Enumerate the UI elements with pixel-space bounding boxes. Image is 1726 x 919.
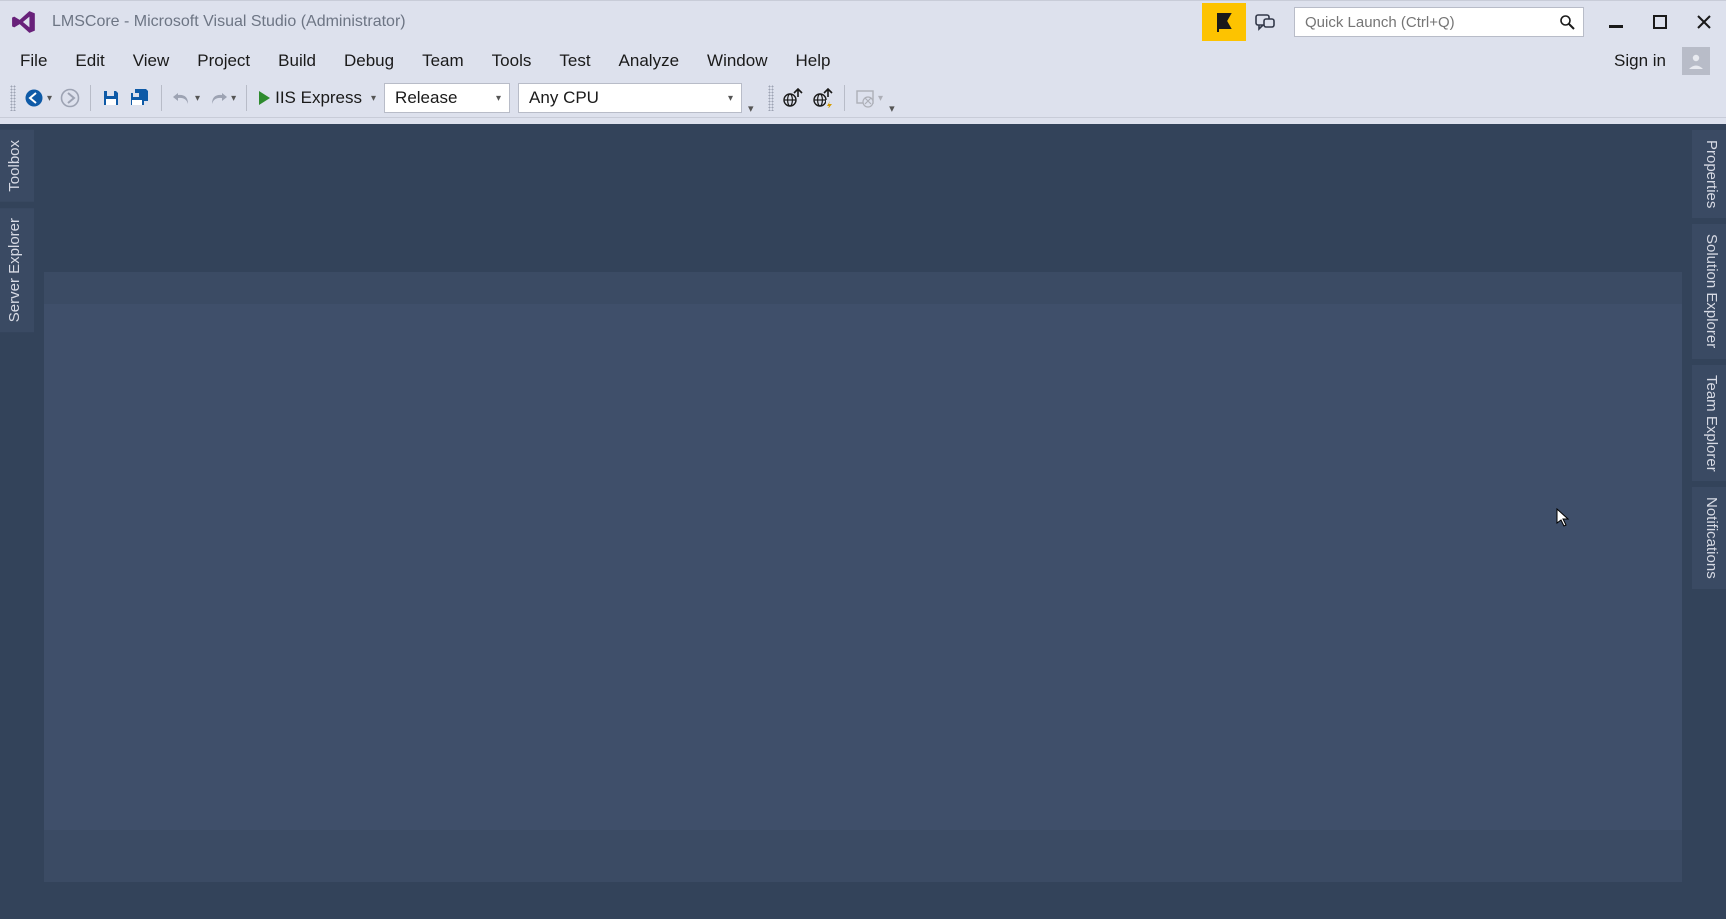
toolbar-overflow-button[interactable]: ▾ (746, 102, 764, 115)
browser-link-icon (855, 88, 875, 108)
notifications-flag-button[interactable] (1202, 3, 1246, 41)
chevron-down-icon: ▾ (371, 93, 376, 104)
close-button[interactable] (1682, 3, 1726, 41)
menu-build[interactable]: Build (264, 47, 330, 75)
menu-bar: File Edit View Project Build Debug Team … (0, 43, 1726, 79)
toolbar-overflow-button[interactable]: ▾ (887, 102, 905, 115)
user-avatar-button[interactable] (1682, 47, 1710, 75)
menu-tools[interactable]: Tools (478, 47, 546, 75)
toolbar-grip-icon[interactable] (768, 85, 774, 111)
nav-back-icon (24, 88, 44, 108)
feedback-button[interactable] (1246, 3, 1284, 41)
menu-help[interactable]: Help (782, 47, 845, 75)
solution-platform-select[interactable]: Any CPU ▾ (518, 83, 742, 113)
toolbox-tab[interactable]: Toolbox (0, 130, 34, 202)
nav-forward-button[interactable] (56, 83, 84, 113)
menu-analyze[interactable]: Analyze (605, 47, 693, 75)
chevron-down-icon: ▾ (195, 93, 200, 104)
chevron-down-icon: ▾ (496, 93, 501, 104)
search-icon (1559, 14, 1575, 30)
minimize-button[interactable] (1594, 3, 1638, 41)
quick-launch-input[interactable] (1303, 13, 1559, 32)
notifications-tab[interactable]: Notifications (1692, 487, 1726, 589)
menu-team[interactable]: Team (408, 47, 478, 75)
feedback-icon (1255, 12, 1275, 32)
publish-web-one-click-button[interactable] (808, 83, 838, 113)
menu-test[interactable]: Test (545, 47, 604, 75)
redo-button[interactable]: ▾ (204, 83, 240, 113)
chevron-down-icon: ▾ (728, 93, 733, 104)
quick-launch-box[interactable] (1294, 7, 1584, 37)
user-icon (1687, 52, 1705, 70)
minimize-icon (1609, 15, 1623, 29)
editor-panel (44, 304, 1682, 830)
publish-web-icon (782, 88, 804, 108)
close-icon (1697, 15, 1711, 29)
play-icon (257, 90, 271, 106)
toolbar: ▾ ▾ ▾ (0, 79, 1726, 118)
menu-view[interactable]: View (119, 47, 184, 75)
publish-web-button[interactable] (778, 83, 808, 113)
save-button[interactable] (97, 83, 125, 113)
solution-config-select[interactable]: Release ▾ (384, 83, 510, 113)
mouse-cursor-icon (1556, 508, 1570, 528)
browser-link-button[interactable]: ▾ (851, 83, 887, 113)
undo-button[interactable]: ▾ (168, 83, 204, 113)
editor-area: Toolbox Server Explorer Properties Solut… (0, 124, 1726, 919)
solution-platform-value: Any CPU (529, 88, 599, 108)
nav-back-button[interactable]: ▾ (20, 83, 56, 113)
maximize-icon (1653, 15, 1667, 29)
chevron-down-icon: ▾ (231, 93, 236, 104)
save-icon (101, 88, 121, 108)
chevron-down-icon: ▾ (878, 93, 883, 104)
server-explorer-tab[interactable]: Server Explorer (0, 208, 34, 332)
menu-debug[interactable]: Debug (330, 47, 408, 75)
publish-web-one-click-icon (812, 88, 834, 108)
menu-edit[interactable]: Edit (61, 47, 118, 75)
menu-project[interactable]: Project (183, 47, 264, 75)
undo-icon (172, 90, 192, 106)
solution-config-value: Release (395, 88, 457, 108)
nav-forward-icon (60, 88, 80, 108)
window-title: LMSCore - Microsoft Visual Studio (Admin… (52, 13, 406, 31)
menu-file[interactable]: File (6, 47, 61, 75)
chevron-down-icon: ▾ (47, 93, 52, 104)
title-bar: LMSCore - Microsoft Visual Studio (Admin… (0, 0, 1726, 43)
vs-logo-icon (10, 8, 38, 36)
redo-icon (208, 90, 228, 106)
toolbar-grip-icon[interactable] (10, 85, 16, 111)
sign-in-link[interactable]: Sign in (1604, 47, 1676, 75)
save-all-icon (129, 88, 151, 108)
start-debug-button[interactable]: IIS Express ▾ (253, 83, 380, 113)
menu-window[interactable]: Window (693, 47, 781, 75)
flag-icon (1215, 12, 1233, 32)
properties-tab[interactable]: Properties (1692, 130, 1726, 218)
start-debug-label: IIS Express (271, 88, 368, 108)
save-all-button[interactable] (125, 83, 155, 113)
maximize-button[interactable] (1638, 3, 1682, 41)
solution-explorer-tab[interactable]: Solution Explorer (1692, 224, 1726, 358)
team-explorer-tab[interactable]: Team Explorer (1692, 365, 1726, 482)
